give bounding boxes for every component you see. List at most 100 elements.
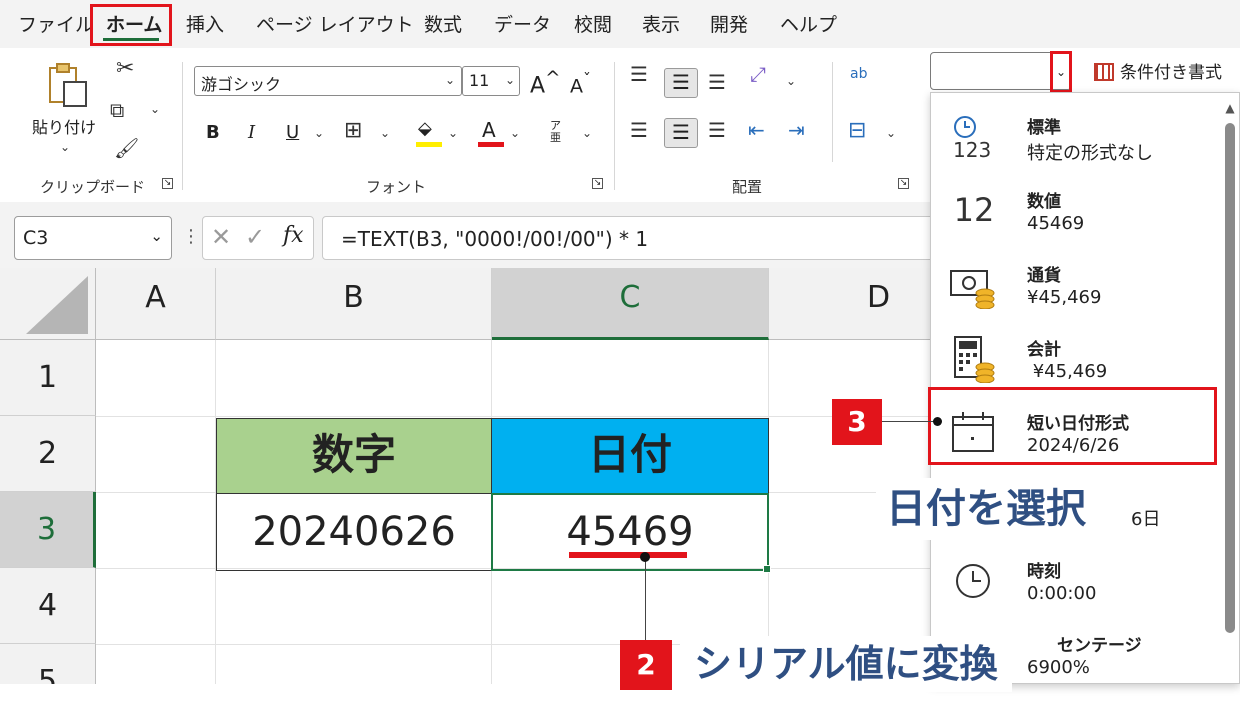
align-left-icon[interactable]: ☰: [630, 118, 648, 142]
chevron-down-icon[interactable]: ⌄: [786, 74, 796, 88]
select-all-corner[interactable]: [0, 268, 96, 340]
borders-icon[interactable]: ⊞: [344, 118, 362, 143]
cell-b2[interactable]: 数字: [216, 418, 492, 494]
cell-b3[interactable]: 20240626: [216, 493, 492, 571]
chevron-down-icon: ⌄: [1055, 65, 1067, 79]
home-tab-underline: [103, 38, 159, 41]
wrap-text-icon[interactable]: ab: [850, 66, 867, 82]
chevron-down-icon[interactable]: ⌄: [582, 126, 592, 140]
menu-help[interactable]: ヘルプ: [780, 10, 837, 37]
column-header-c[interactable]: C: [492, 268, 769, 340]
font-color-button[interactable]: A: [476, 118, 506, 148]
phonetic-guide-icon[interactable]: ア亜: [550, 120, 566, 144]
paste-button[interactable]: 貼り付け ⌄: [30, 58, 102, 156]
enter-icon[interactable]: ✓: [245, 223, 265, 251]
format-option-name: センテージ: [1057, 636, 1142, 656]
menu-insert[interactable]: 挿入: [186, 10, 224, 37]
number-12-icon: 12: [953, 191, 995, 229]
menu-file[interactable]: ファイル: [18, 10, 94, 37]
svg-text:123: 123: [953, 138, 991, 161]
name-box-value: C3: [23, 227, 49, 249]
row-header-5[interactable]: 5: [0, 644, 96, 684]
fill-handle[interactable]: [763, 565, 771, 573]
group-separator: [614, 62, 615, 190]
scrollbar-thumb[interactable]: [1225, 123, 1235, 633]
annotation-leader-line: [882, 421, 938, 422]
format-option-accounting[interactable]: 会計 ¥45,469: [931, 321, 1221, 395]
group-separator: [182, 62, 183, 190]
menu-bar: ファイル ホーム 挿入 ページ レイアウト 数式 データ 校閲 表示 開発 ヘル…: [0, 0, 1240, 48]
chevron-down-icon[interactable]: ⌄: [448, 126, 458, 140]
row-header-4[interactable]: 4: [0, 568, 96, 644]
font-name-field[interactable]: 游ゴシック ⌄: [194, 66, 462, 96]
formula-controls: ✕ ✓ fx: [202, 216, 314, 260]
clipboard-group-label: クリップボード: [40, 178, 146, 196]
font-size-field[interactable]: 11 ⌄: [462, 66, 520, 96]
dialog-launcher-icon[interactable]: ↘: [592, 178, 603, 189]
format-option-name: 時刻: [1027, 562, 1061, 582]
copy-icon[interactable]: ⧉: [110, 98, 124, 122]
shrink-font-button[interactable]: Aˇ: [570, 70, 591, 97]
align-top-icon[interactable]: ☰: [630, 62, 648, 86]
chevron-down-icon[interactable]: ⌄: [510, 126, 520, 140]
annotation-dot: [933, 417, 942, 426]
font-color-glyph: A: [482, 118, 496, 142]
name-box[interactable]: C3 ⌄: [14, 216, 172, 260]
format-option-time[interactable]: 時刻 0:00:00: [931, 543, 1221, 617]
column-header-b[interactable]: B: [216, 268, 492, 340]
format-option-sample: 6900%: [1027, 657, 1090, 678]
align-bottom-icon[interactable]: ☰: [708, 70, 726, 94]
menu-data[interactable]: データ: [494, 10, 551, 37]
cell-c2[interactable]: 日付: [491, 418, 769, 494]
format-painter-icon[interactable]: 🖌: [114, 136, 139, 160]
increase-indent-icon[interactable]: ⇥: [788, 118, 805, 142]
bold-button[interactable]: B: [206, 122, 220, 143]
menu-formulas[interactable]: 数式: [424, 10, 462, 37]
row-header-3[interactable]: 3: [0, 492, 96, 568]
row-header-1[interactable]: 1: [0, 340, 96, 416]
align-center-button[interactable]: ☰: [664, 118, 698, 148]
italic-button[interactable]: I: [248, 122, 255, 143]
orientation-icon[interactable]: ⤢: [750, 62, 766, 86]
format-option-number[interactable]: 12 数値 45469: [931, 173, 1221, 247]
menu-review[interactable]: 校閲: [574, 10, 612, 37]
column-header-a[interactable]: A: [96, 268, 216, 340]
format-option-general[interactable]: 123 標準 特定の形式なし: [931, 99, 1221, 173]
dialog-launcher-icon[interactable]: ↘: [162, 178, 173, 189]
more-options-icon[interactable]: ⋮: [182, 226, 200, 247]
menu-view[interactable]: 表示: [642, 10, 680, 37]
down-caret-icon: ˇ: [583, 70, 591, 89]
chevron-down-icon: ⌄: [504, 73, 515, 87]
format-option-sample: 6日: [1131, 509, 1161, 530]
dropdown-scrollbar[interactable]: ▲: [1223, 101, 1237, 681]
conditional-format-button[interactable]: 条件付き書式: [1094, 58, 1222, 83]
cancel-icon[interactable]: ✕: [211, 223, 231, 251]
underline-button[interactable]: U: [286, 122, 299, 143]
menu-developer[interactable]: 開発: [710, 10, 748, 37]
annotation-leader-line: [645, 557, 646, 641]
cell-c3-selected[interactable]: 45469: [491, 493, 769, 571]
decrease-indent-icon[interactable]: ⇤: [748, 118, 765, 142]
scroll-up-icon[interactable]: ▲: [1223, 101, 1237, 115]
dialog-launcher-icon[interactable]: ↘: [898, 178, 909, 189]
chevron-down-icon[interactable]: ⌄: [380, 126, 390, 140]
merge-center-icon[interactable]: ⊟: [848, 118, 866, 143]
align-middle-button[interactable]: ☰: [664, 68, 698, 98]
format-option-sample: ¥45,469: [1027, 287, 1102, 308]
insert-function-button[interactable]: fx: [283, 223, 304, 248]
cut-icon[interactable]: ✂: [116, 56, 134, 81]
align-right-icon[interactable]: ☰: [708, 118, 726, 142]
chevron-down-icon[interactable]: ⌄: [314, 126, 324, 140]
menu-page-layout[interactable]: ページ レイアウト: [256, 10, 414, 37]
row-header-2[interactable]: 2: [0, 416, 96, 492]
format-option-sample: 45469: [1027, 213, 1085, 234]
number-format-dropdown-button[interactable]: ⌄: [1050, 51, 1072, 93]
select-all-triangle-icon: [26, 276, 88, 334]
paint-bucket-icon: ⬙: [418, 118, 432, 139]
fill-color-button[interactable]: ⬙: [414, 118, 444, 148]
chevron-down-icon[interactable]: ⌄: [886, 126, 896, 140]
chevron-down-icon[interactable]: ⌄: [150, 102, 160, 116]
align-center-icon: ☰: [672, 120, 690, 144]
grow-font-button[interactable]: A^: [530, 68, 560, 98]
format-option-currency[interactable]: 通貨 ¥45,469: [931, 247, 1221, 321]
